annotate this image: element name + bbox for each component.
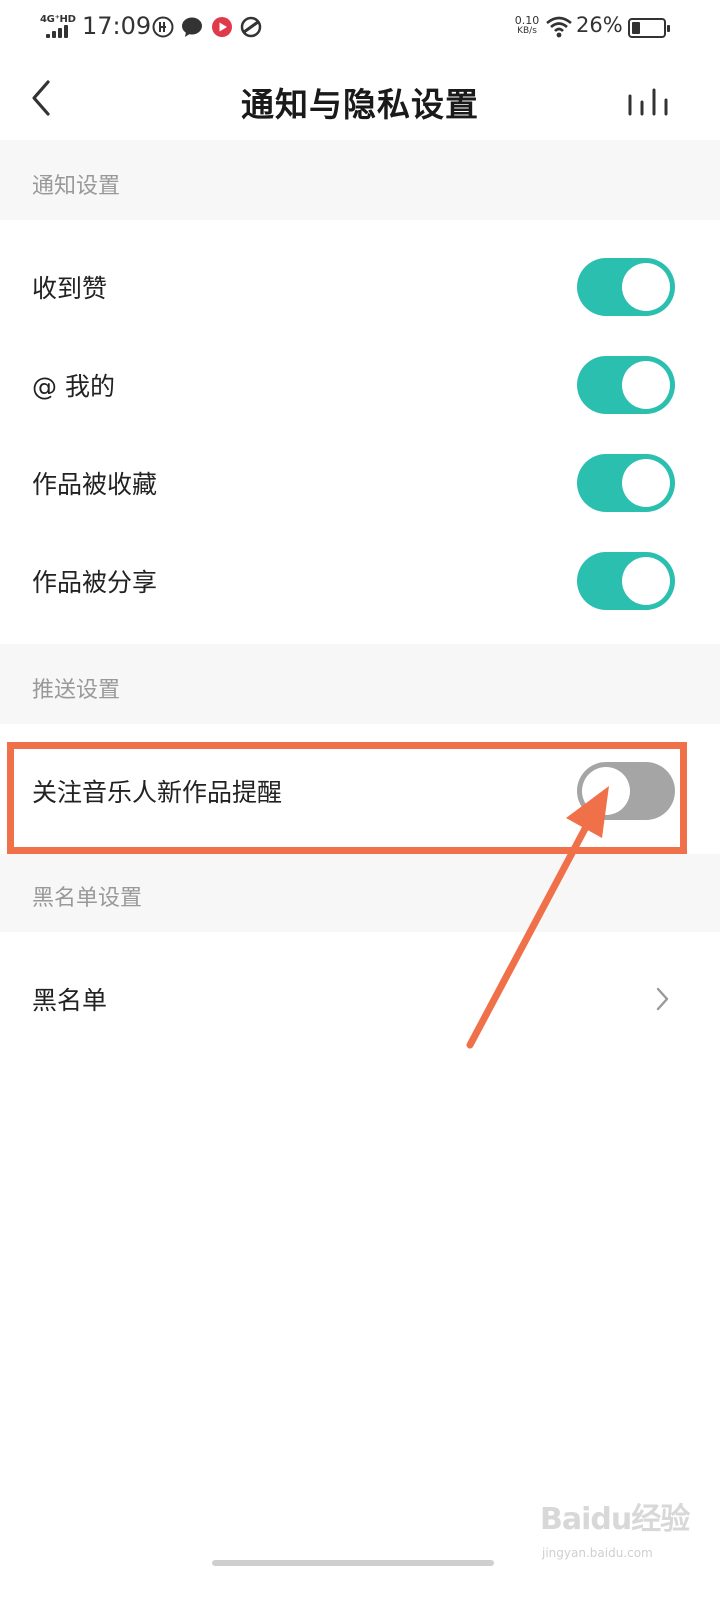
shared-toggle[interactable] — [577, 552, 675, 610]
chevron-right-icon — [656, 987, 669, 1011]
mentions-toggle[interactable] — [577, 356, 675, 414]
setting-row-favorited: 作品被收藏 — [0, 434, 720, 532]
section-title: 通知设置 — [32, 174, 121, 199]
setting-row-shared: 作品被分享 — [0, 532, 720, 630]
sync-app-icon — [240, 16, 262, 38]
battery-percent: 26% — [576, 13, 623, 37]
setting-label: 黑名单 — [32, 986, 108, 1015]
video-app-icon — [211, 16, 233, 38]
watermark: Baidu经验 jingyan.baidu.com — [540, 1494, 700, 1574]
setting-label: 收到赞 — [32, 274, 108, 303]
section-header-blacklist: 黑名单设置 — [0, 854, 720, 932]
battery-icon — [628, 18, 670, 38]
section-header-push: 推送设置 — [0, 644, 720, 724]
app-notification-icon — [152, 16, 174, 38]
stats-button[interactable] — [624, 84, 672, 120]
wifi-icon — [546, 16, 572, 38]
cellular-signal-icon: 4G⁺HD — [40, 14, 78, 40]
section-title: 黑名单设置 — [32, 886, 143, 911]
setting-row-mentions: @ 我的 — [0, 336, 720, 434]
likes-toggle[interactable] — [577, 258, 675, 316]
chat-bubble-icon — [181, 16, 203, 38]
watermark-logo: Baidu经验 — [540, 1502, 690, 1537]
setting-label: 作品被收藏 — [32, 470, 158, 499]
setting-label: @ 我的 — [32, 372, 115, 401]
header: 通知与隐私设置 — [0, 56, 720, 140]
home-indicator[interactable] — [212, 1560, 494, 1566]
favorited-toggle[interactable] — [577, 454, 675, 512]
artist-new-works-toggle[interactable] — [577, 762, 675, 820]
net-speed-unit: KB/s — [517, 26, 537, 36]
network-type: 4G⁺HD — [40, 14, 76, 25]
section-title: 推送设置 — [32, 678, 121, 703]
status-time: 17:09 — [82, 12, 152, 40]
setting-row-artist-new-works: 关注音乐人新作品提醒 — [0, 741, 720, 841]
setting-label: 关注音乐人新作品提醒 — [32, 778, 283, 807]
page-title: 通知与隐私设置 — [241, 85, 479, 124]
status-bar: 4G⁺HD 17:09 0.10 KB/s 26% — [0, 0, 720, 56]
watermark-url: jingyan.baidu.com — [542, 1546, 653, 1560]
section-header-notify: 通知设置 — [0, 140, 720, 220]
setting-row-likes: 收到赞 — [0, 238, 720, 336]
bar-chart-icon — [628, 88, 668, 116]
network-speed: 0.10 KB/s — [510, 15, 544, 37]
setting-row-blacklist[interactable]: 黑名单 — [0, 950, 720, 1048]
setting-label: 作品被分享 — [32, 568, 158, 597]
